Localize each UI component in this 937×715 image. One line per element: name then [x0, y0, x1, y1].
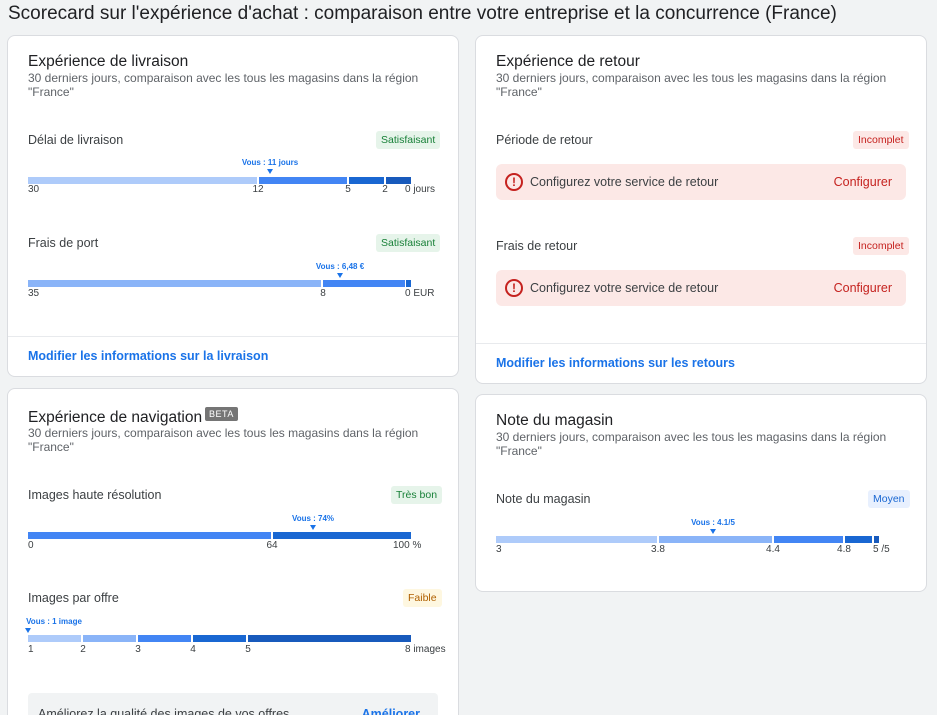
status-badge: Faible [403, 589, 442, 607]
bar-segment [28, 532, 271, 539]
card-title: Note du magasin [496, 412, 614, 429]
bar-segment [273, 532, 411, 539]
tick-label: 5 [245, 644, 251, 655]
card-subtitle: 30 derniers jours, comparaison avec les … [496, 71, 887, 99]
hires-images-bar [28, 532, 411, 539]
images-per-offer-bar [28, 635, 411, 642]
delivery-time-bar [28, 177, 411, 184]
bar-segment [259, 177, 347, 184]
your-value-label: Vous : 4.1/5 [691, 518, 735, 527]
card-title: Expérience de retour [496, 53, 640, 70]
tick-label: 4.4 [766, 544, 780, 555]
return-fees-label: Frais de retour [496, 239, 578, 253]
card-subtitle: 30 derniers jours, comparaison avec les … [496, 430, 887, 458]
card-title: Expérience de livraison [28, 53, 189, 70]
your-value-marker [710, 529, 716, 534]
bar-segment [386, 177, 411, 184]
card-subtitle: 30 derniers jours, comparaison avec les … [28, 426, 419, 454]
error-icon: ! [505, 279, 523, 297]
bar-segment [28, 635, 81, 642]
tick-label: 35 [28, 288, 40, 299]
your-value-label: Vous : 11 jours [241, 158, 299, 167]
tick-label: 3.8 [651, 544, 665, 555]
configure-button[interactable]: Configurer [834, 175, 892, 189]
bar-segment [28, 280, 321, 287]
card-title: Expérience de navigation [28, 409, 203, 426]
error-icon: ! [505, 173, 523, 191]
alert-message: Configurez votre service de retour [530, 175, 719, 189]
delivery-experience-card: Expérience de livraison 30 derniers jour… [7, 35, 459, 377]
status-badge: Très bon [391, 486, 443, 504]
status-badge: Satisfaisant [376, 234, 441, 252]
status-badge: Moyen [868, 490, 910, 508]
tick-label: 2 [80, 644, 86, 655]
improve-message: Améliorez la qualité des images de vos o… [38, 707, 290, 715]
store-rating-bar [496, 536, 879, 543]
edit-returns-link[interactable]: Modifier les informations sur les retour… [496, 356, 735, 370]
edit-delivery-link[interactable]: Modifier les informations sur la livrais… [28, 349, 268, 363]
tick-label: 12 [252, 184, 264, 195]
your-value-label: Vous : 74% [291, 514, 335, 523]
images-per-offer-label: Images par offre [28, 591, 119, 605]
tick-label: 0 [28, 540, 34, 551]
bar-segment [28, 177, 257, 184]
divider [476, 343, 926, 344]
tick-label: 2 [382, 184, 388, 195]
your-value-marker [337, 273, 343, 278]
bar-segment [138, 635, 191, 642]
hires-images-label: Images haute résolution [28, 488, 162, 502]
return-period-alert: ! Configurez votre service de retour Con… [496, 164, 906, 200]
bar-segment [83, 635, 136, 642]
your-value-label: Vous : 1 image [26, 617, 82, 626]
tick-label: 30 [28, 184, 40, 195]
bar-segment [845, 536, 872, 543]
tick-label: 4 [190, 644, 196, 655]
your-value-label: Vous : 6,48 € [315, 262, 365, 271]
store-rating-card: Note du magasin 30 derniers jours, compa… [475, 394, 927, 592]
tick-label: 5 /5 [873, 544, 890, 555]
tick-label: 64 [266, 540, 278, 551]
tick-label: 3 [496, 544, 502, 555]
tick-label: 4.8 [837, 544, 851, 555]
delivery-time-label: Délai de livraison [28, 133, 124, 147]
bar-segment [874, 536, 879, 543]
improve-button[interactable]: Améliorer [362, 707, 420, 715]
beta-badge: BETA [205, 407, 238, 421]
return-period-label: Période de retour [496, 133, 593, 147]
tick-label: 5 [345, 184, 351, 195]
tick-label: 3 [135, 644, 141, 655]
tick-label: 0 jours [405, 184, 436, 195]
tick-label: 1 [28, 644, 34, 655]
page-title: Scorecard sur l'expérience d'achat : com… [8, 3, 837, 24]
bar-segment [193, 635, 246, 642]
configure-button[interactable]: Configurer [834, 281, 892, 295]
alert-message: Configurez votre service de retour [530, 281, 719, 295]
shipping-cost-label: Frais de port [28, 236, 99, 250]
shipping-cost-bar [28, 280, 411, 287]
tick-label: 8 images [405, 644, 446, 655]
status-badge: Incomplet [853, 237, 909, 255]
bar-segment [248, 635, 411, 642]
divider [8, 336, 458, 337]
bar-segment [406, 280, 411, 287]
tick-label: 0 EUR [405, 288, 435, 299]
card-subtitle: 30 derniers jours, comparaison avec les … [28, 71, 419, 99]
your-value-marker [25, 628, 31, 633]
navigation-experience-card: Expérience de navigation BETA 30 dernier… [7, 388, 459, 715]
status-badge: Incomplet [853, 131, 909, 149]
return-fees-alert: ! Configurez votre service de retour Con… [496, 270, 906, 306]
bar-segment [659, 536, 772, 543]
status-badge: Satisfaisant [376, 131, 441, 149]
improve-images-banner: Améliorez la qualité des images de vos o… [28, 693, 438, 715]
bar-segment [774, 536, 843, 543]
store-rating-label: Note du magasin [496, 492, 591, 506]
your-value-marker [310, 525, 316, 530]
your-value-marker [267, 169, 273, 174]
bar-segment [323, 280, 405, 287]
return-experience-card: Expérience de retour 30 derniers jours, … [475, 35, 927, 384]
tick-label: 100 % [393, 540, 422, 551]
tick-label: 8 [320, 288, 326, 299]
bar-segment [496, 536, 657, 543]
bar-segment [349, 177, 384, 184]
